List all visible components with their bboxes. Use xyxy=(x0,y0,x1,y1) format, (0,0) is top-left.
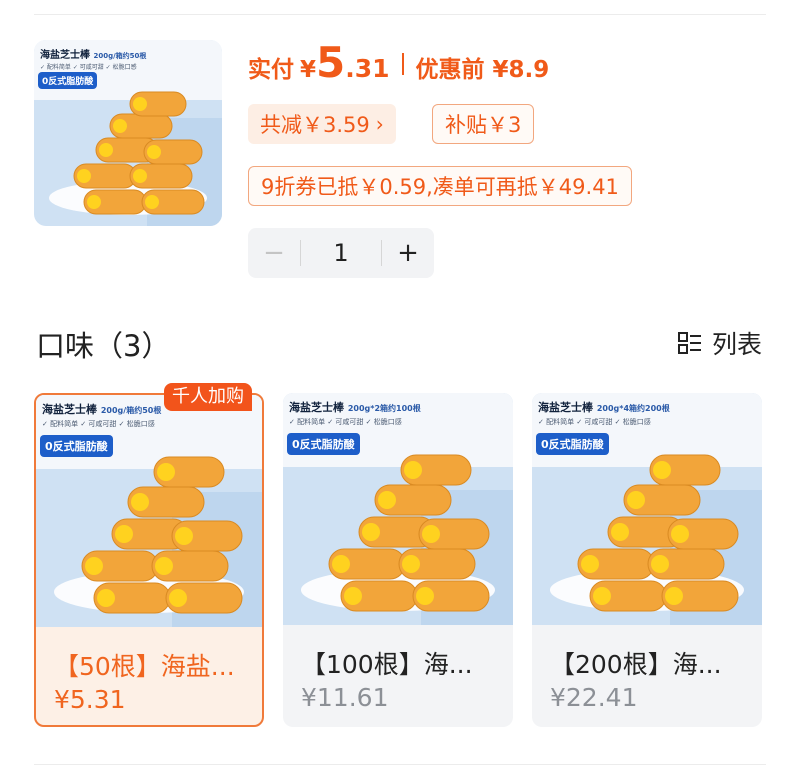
price-integer: 5 xyxy=(316,38,346,87)
decrease-button[interactable]: − xyxy=(248,238,300,268)
variant-price: ¥11.61 xyxy=(301,683,389,712)
paid-label: 实付 xyxy=(248,57,294,83)
cheese-sticks-illustration xyxy=(81,456,243,614)
discount-chip[interactable]: 共减￥3.59 › xyxy=(248,104,396,144)
variant-name: 【100根】海... xyxy=(301,650,473,679)
variant-name: 【50根】海盐... xyxy=(54,652,235,681)
currency-symbol: ¥ xyxy=(300,57,317,83)
list-view-toggle[interactable]: 列表 xyxy=(677,325,762,361)
price-separator xyxy=(401,53,404,75)
variant-card-100[interactable]: 海盐芝士棒 200g*2箱约100根 ✓ 配料简单 ✓ 可咸可甜 ✓ 松脆口感 … xyxy=(283,393,513,727)
quantity-value[interactable]: 1 xyxy=(301,239,381,267)
variant-image: 海盐芝士棒 200g*4箱约200根 ✓ 配料简单 ✓ 可咸可甜 ✓ 松脆口感 … xyxy=(532,393,762,625)
original-price: 优惠前 ¥8.9 xyxy=(415,57,550,83)
bottom-divider xyxy=(34,764,766,765)
increase-button[interactable]: + xyxy=(382,238,434,268)
variant-image: 海盐芝士棒 200g*2箱约100根 ✓ 配料简单 ✓ 可咸可甜 ✓ 松脆口感 … xyxy=(283,393,513,625)
price-summary: 实付 ¥ 5 .31 优惠前 ¥8.9 xyxy=(248,38,549,90)
chevron-right-icon: › xyxy=(375,112,384,136)
cheese-sticks-illustration xyxy=(73,91,205,215)
cheese-sticks-illustration xyxy=(328,454,490,612)
product-image[interactable]: 海盐芝士棒 200g/箱约50根 ✓ 配料简单 ✓ 可咸可甜 ✓ 松脆口感 0反… xyxy=(34,40,222,226)
variant-card-200[interactable]: 海盐芝士棒 200g*4箱约200根 ✓ 配料简单 ✓ 可咸可甜 ✓ 松脆口感 … xyxy=(532,393,762,727)
flavor-section-title: 口味（3） xyxy=(36,329,171,363)
variant-name: 【200根】海... xyxy=(550,650,722,679)
variant-price: ¥22.41 xyxy=(550,683,638,712)
coupon-note: 9折券已抵￥0.59,凑单可再抵￥49.41 xyxy=(248,166,632,206)
top-divider xyxy=(34,14,766,15)
variant-card-50[interactable]: 海盐芝士棒 200g/箱约50根 ✓ 配料简单 ✓ 可咸可甜 ✓ 松脆口感 0反… xyxy=(34,393,264,727)
variant-image: 海盐芝士棒 200g/箱约50根 ✓ 配料简单 ✓ 可咸可甜 ✓ 松脆口感 0反… xyxy=(36,395,262,627)
variant-price: ¥5.31 xyxy=(54,685,126,714)
coupon-note-text: 9折券已抵￥0.59,凑单可再抵￥49.41 xyxy=(261,175,619,199)
popular-badge: 千人加购 xyxy=(164,383,252,411)
cheese-sticks-illustration xyxy=(577,454,739,612)
quantity-stepper: − 1 + xyxy=(248,228,434,278)
list-icon xyxy=(677,332,701,354)
subsidy-label: 补贴￥3 xyxy=(445,113,522,137)
price-decimal: .31 xyxy=(345,54,390,83)
discount-label: 共减￥3.59 xyxy=(260,113,370,137)
list-view-label: 列表 xyxy=(711,330,762,359)
subsidy-chip: 补贴￥3 xyxy=(432,104,535,144)
